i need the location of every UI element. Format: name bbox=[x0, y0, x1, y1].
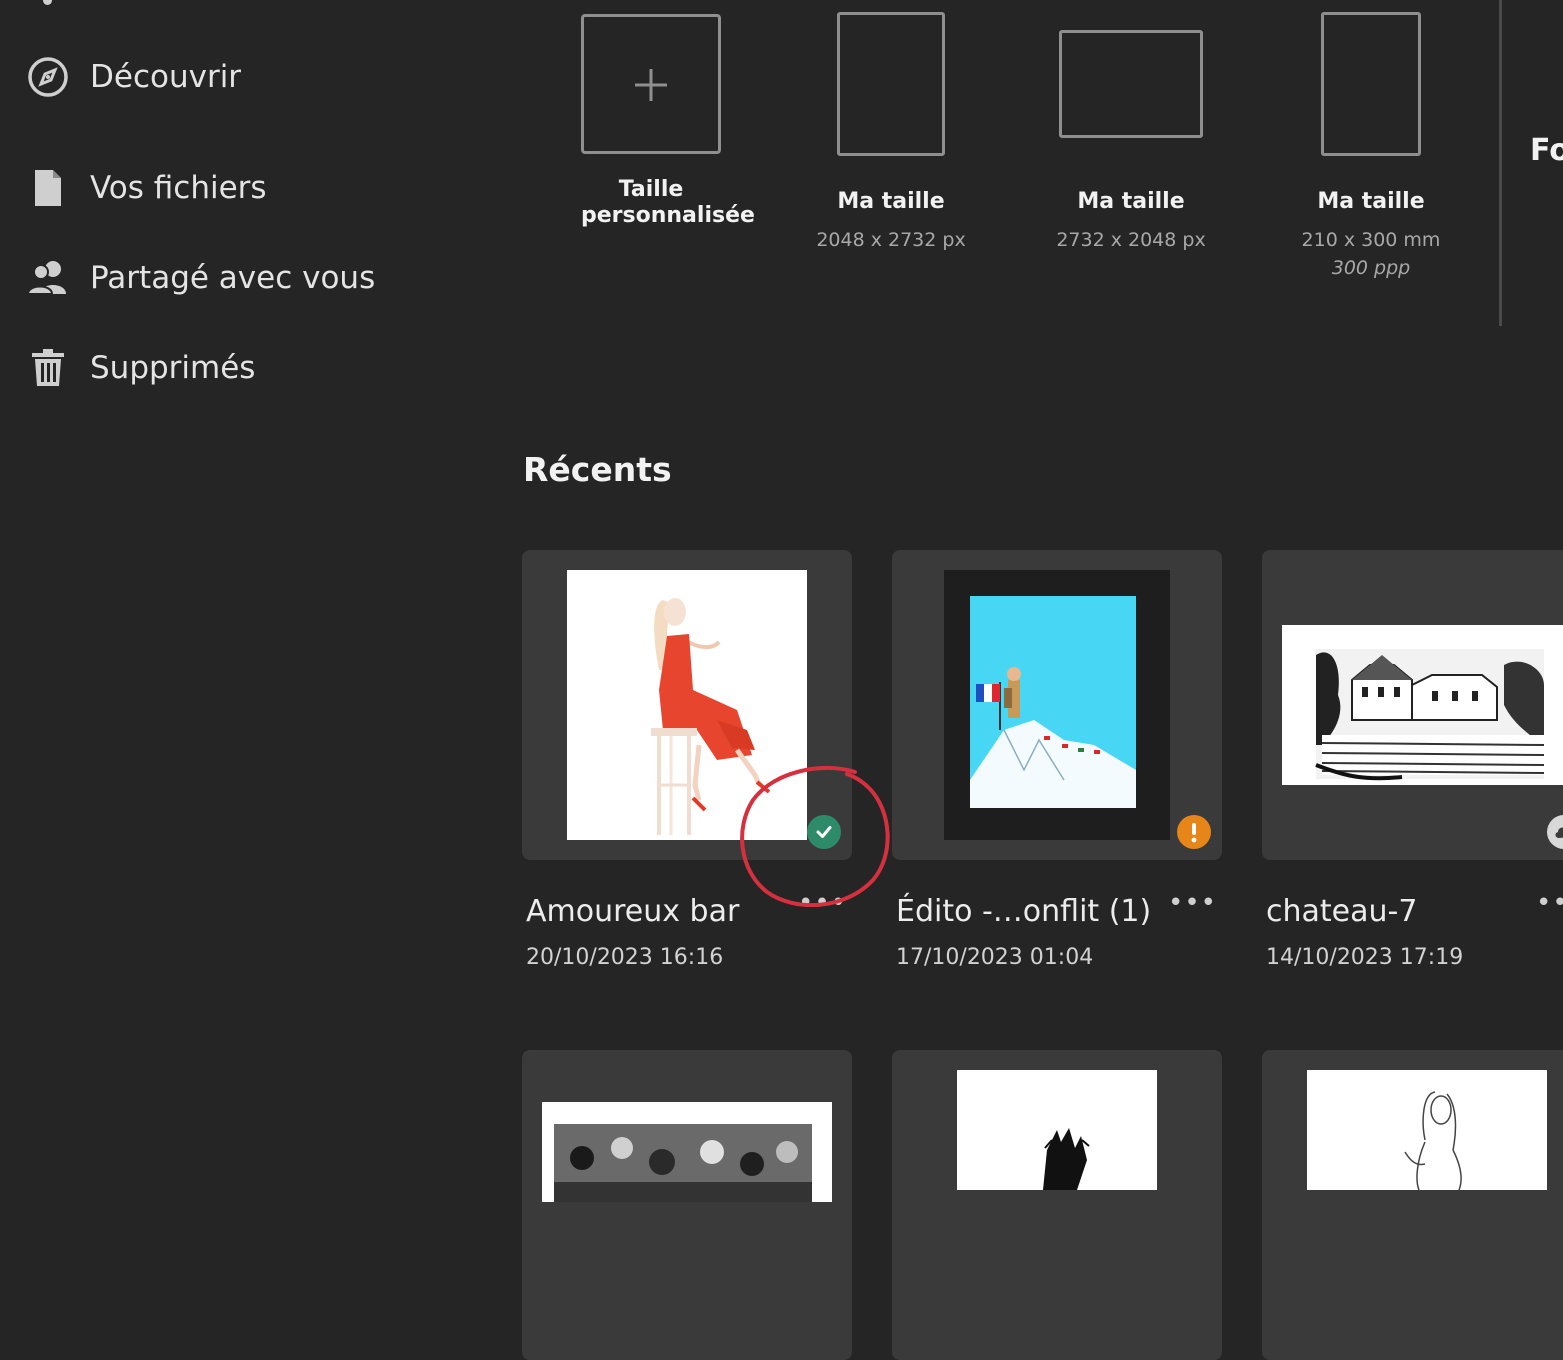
preset-label: Ma taille 2732 x 2048 px bbox=[1011, 189, 1251, 251]
recent-card-title: chateau-7 bbox=[1266, 894, 1418, 929]
overflow-dot bbox=[43, 0, 52, 5]
more-options-button[interactable]: ••• bbox=[1168, 888, 1217, 918]
preset-name: Ma taille bbox=[837, 189, 945, 214]
preset-frame[interactable] bbox=[581, 14, 721, 154]
recent-card-title: Amoureux bar bbox=[526, 894, 740, 929]
recent-card-date: 14/10/2023 17:19 bbox=[1266, 945, 1464, 970]
compass-icon bbox=[26, 55, 70, 99]
sidebar-item-deleted[interactable]: Supprimés bbox=[26, 343, 255, 393]
thumbnail bbox=[957, 1070, 1157, 1190]
sidebar-item-label: Supprimés bbox=[90, 350, 256, 386]
sidebar-item-label: Partagé avec vous bbox=[90, 260, 376, 296]
preset-resolution: 300 ppp bbox=[1331, 257, 1411, 279]
thumbnail bbox=[542, 1102, 832, 1202]
recent-card[interactable] bbox=[1262, 1050, 1563, 1360]
preset-frame[interactable] bbox=[1321, 12, 1421, 156]
sidebar-item-label: Découvrir bbox=[90, 59, 242, 95]
recent-card-date: 17/10/2023 01:04 bbox=[896, 945, 1094, 970]
divider bbox=[1499, 0, 1502, 326]
shared-users-icon bbox=[26, 256, 70, 300]
more-options-button[interactable]: ••• bbox=[1536, 888, 1563, 918]
plus-icon bbox=[635, 69, 667, 101]
sidebar-item-discover[interactable]: Découvrir bbox=[26, 52, 241, 102]
section-label-cut: Fo bbox=[1530, 133, 1563, 168]
preset-name: Ma taille bbox=[1317, 189, 1425, 214]
preset-dimensions: 2048 x 2732 px bbox=[816, 229, 966, 251]
preset-frame[interactable] bbox=[1059, 30, 1203, 138]
recent-card[interactable] bbox=[892, 550, 1222, 860]
warning-icon bbox=[1177, 815, 1211, 849]
annotation-circle bbox=[740, 765, 890, 908]
recent-card-date: 20/10/2023 16:16 bbox=[526, 945, 724, 970]
cloud-icon bbox=[1547, 815, 1563, 849]
recent-card[interactable] bbox=[522, 1050, 852, 1360]
preset-dimensions: 210 x 300 mm bbox=[1301, 229, 1441, 251]
recent-card[interactable] bbox=[1262, 550, 1563, 860]
recent-card[interactable] bbox=[892, 1050, 1222, 1360]
trash-icon bbox=[26, 346, 70, 390]
sidebar: Découvrir Vos fichiers Partagé avec vous bbox=[0, 0, 480, 1188]
file-icon bbox=[26, 166, 70, 210]
preset-name: Taille personnalisée bbox=[581, 177, 755, 228]
recent-card-title: Édito -…onflit (1) bbox=[896, 894, 1152, 929]
thumbnail bbox=[1282, 625, 1563, 785]
sidebar-item-your-files[interactable]: Vos fichiers bbox=[26, 163, 267, 213]
preset-label: Ma taille 210 x 300 mm 300 ppp bbox=[1251, 189, 1491, 279]
preset-name: Ma taille bbox=[1077, 189, 1185, 214]
thumbnail bbox=[1307, 1070, 1547, 1191]
preset-frame[interactable] bbox=[837, 12, 945, 156]
thumbnail bbox=[944, 570, 1170, 840]
preset-dimensions: 2732 x 2048 px bbox=[1056, 229, 1206, 251]
sidebar-item-shared[interactable]: Partagé avec vous bbox=[26, 253, 375, 303]
preset-label: Ma taille 2048 x 2732 px bbox=[771, 189, 1011, 251]
sidebar-item-label: Vos fichiers bbox=[90, 170, 267, 206]
preset-label: Taille personnalisée bbox=[531, 177, 771, 229]
section-title-recents: Récents bbox=[523, 450, 672, 489]
